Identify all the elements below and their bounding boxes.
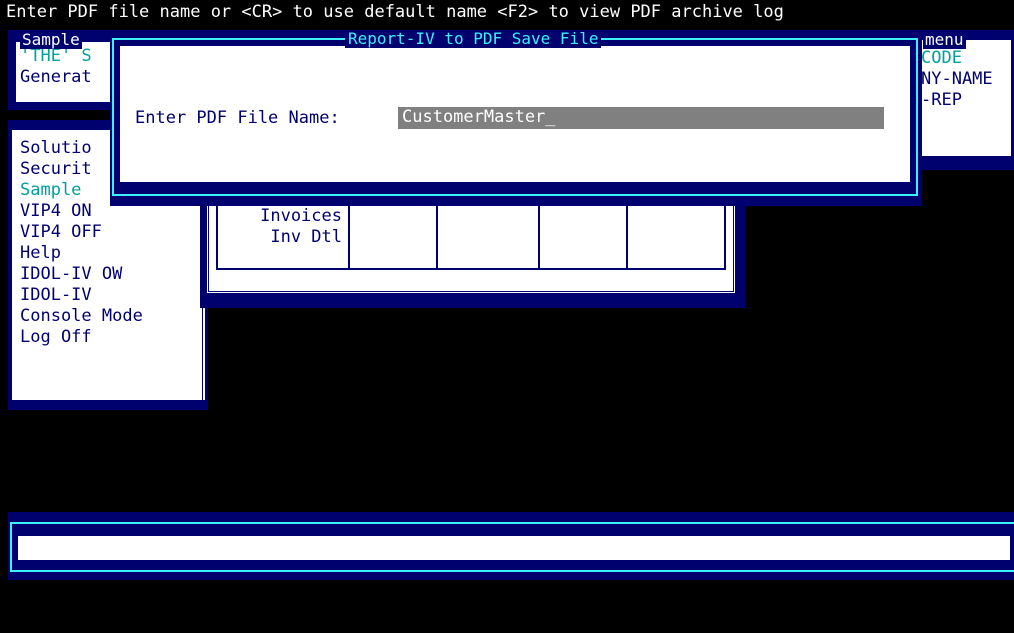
main-menu-item[interactable]: Log Off bbox=[20, 327, 200, 348]
pdf-save-dialog: Report-IV to PDF Save File Enter PDF Fil… bbox=[110, 30, 922, 206]
main-menu-item[interactable]: IDOL-IV bbox=[20, 285, 200, 306]
main-menu-item[interactable]: Help bbox=[20, 243, 200, 264]
grid-panel: Invoices Inv Dtl bbox=[200, 196, 745, 308]
menu-line-2: NY-NAME bbox=[921, 69, 993, 89]
sample-panel-title: Sample bbox=[20, 30, 82, 49]
sample-line-1: 'THE' S bbox=[20, 46, 92, 66]
grid-row-label[interactable]: Invoices bbox=[218, 206, 342, 227]
filename-prompt: Enter PDF File Name: bbox=[135, 108, 340, 128]
dialog-title: Report-IV to PDF Save File bbox=[345, 30, 602, 48]
main-menu-item[interactable]: VIP4 OFF bbox=[20, 222, 200, 243]
sample-line-2: Generat bbox=[20, 67, 92, 87]
grid-row-label[interactable]: Inv Dtl bbox=[218, 227, 342, 248]
menu-panel-title: menu bbox=[923, 30, 966, 49]
main-menu-item[interactable]: IDOL-IV OW bbox=[20, 264, 200, 285]
menu-line-1: CODE bbox=[921, 48, 962, 68]
command-area bbox=[8, 512, 1014, 580]
command-input[interactable] bbox=[18, 536, 1010, 560]
menu-line-3: -REP bbox=[921, 90, 962, 110]
status-line: Enter PDF file name or <CR> to use defau… bbox=[0, 0, 1014, 24]
main-menu-item[interactable]: Console Mode bbox=[20, 306, 200, 327]
pdf-filename-input[interactable]: CustomerMaster_ bbox=[398, 107, 884, 129]
